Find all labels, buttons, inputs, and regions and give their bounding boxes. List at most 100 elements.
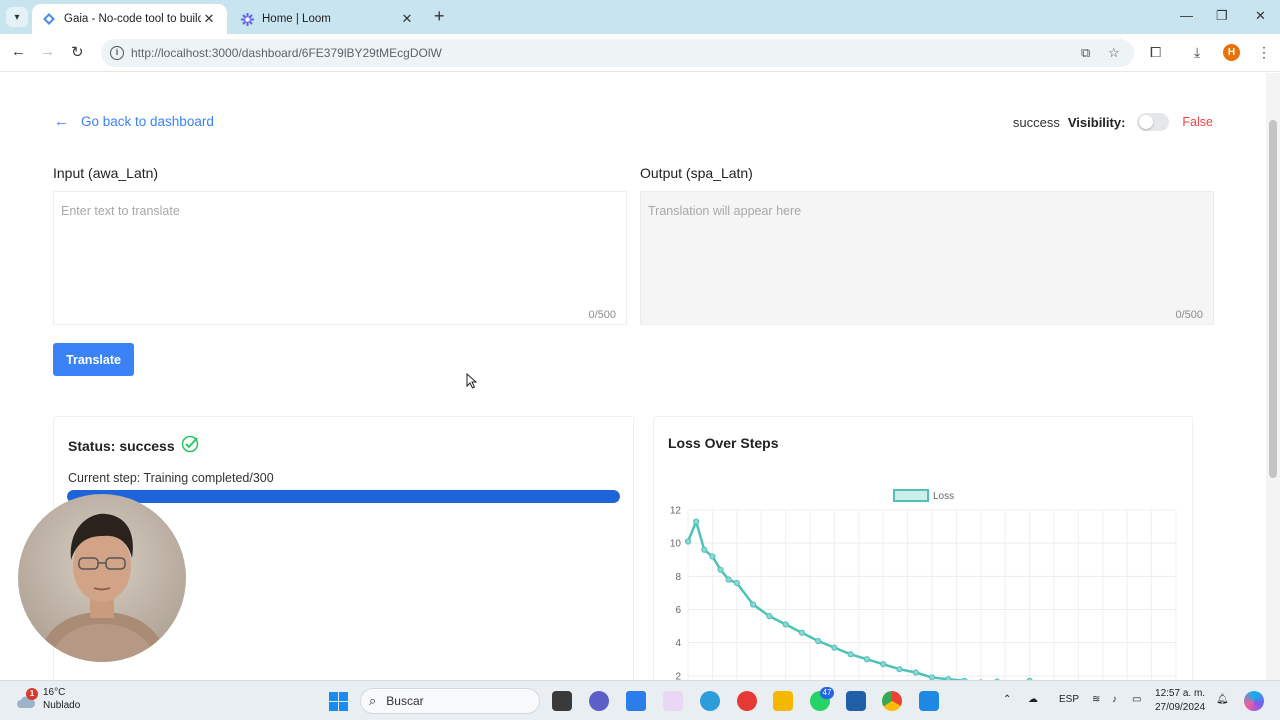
y-tick-label: 2	[675, 671, 681, 680]
visibility-controls: success Visibility: False	[1013, 113, 1213, 131]
status-header: Status: success	[68, 435, 199, 456]
loss-point	[896, 666, 903, 673]
loss-point	[733, 579, 740, 587]
loss-point	[766, 613, 773, 620]
clock-date: 27/09/2024	[1155, 702, 1206, 713]
close-tab-icon[interactable]: ✕	[201, 11, 217, 27]
downloads-icon[interactable]: ⤓	[1194, 44, 1200, 61]
forward-arrow-icon[interactable]: →	[40, 43, 55, 60]
browser-toolbar: ← → ↻ i http://localhost:3000/dashboard/…	[0, 34, 1280, 72]
loss-chart: 12 10 8 6 4 2 Loss	[670, 489, 1177, 680]
progress-fill	[67, 490, 620, 503]
visibility-value: False	[1182, 115, 1213, 129]
current-step-text: Current step: Training completed/300	[68, 471, 274, 485]
back-arrow-icon[interactable]: ←	[11, 43, 26, 60]
taskbar-clock[interactable]: 12:57 a. m. 27/09/2024	[1155, 687, 1205, 715]
chrome-app-icon[interactable]	[882, 691, 902, 711]
weather-badge: 1	[26, 688, 38, 700]
notifications-bell-icon[interactable]: 🔔︎	[1216, 694, 1229, 705]
site-info-icon[interactable]: i	[110, 46, 124, 60]
mouse-cursor-icon	[466, 373, 478, 389]
volume-icon[interactable]: ♪	[1112, 694, 1117, 705]
whatsapp-badge: 47	[820, 687, 834, 699]
tab-loom[interactable]: Home | Loom ✕	[230, 4, 425, 34]
y-tick-label: 6	[675, 605, 681, 616]
y-tick-label: 4	[675, 638, 681, 649]
legend-label: Loss	[933, 491, 954, 502]
translate-button[interactable]: Translate	[53, 343, 134, 376]
cloud-icon: 1	[16, 688, 38, 708]
language-indicator[interactable]: ESP	[1059, 694, 1079, 705]
weather-desc: Nublado	[43, 700, 81, 711]
tab-gaia[interactable]: Gaia - No-code tool to build N ✕	[32, 4, 227, 34]
webcam-overlay[interactable]	[18, 494, 186, 662]
page-scrollbar[interactable]	[1266, 73, 1280, 680]
extensions-icon[interactable]: ⧠	[1150, 44, 1161, 61]
loss-point	[863, 656, 871, 663]
weather-temp: 16°C	[43, 687, 66, 698]
file-explorer-icon[interactable]	[773, 691, 793, 711]
menu-kebab-icon[interactable]: ⋮	[1257, 44, 1271, 61]
legend-swatch	[893, 489, 929, 502]
y-tick-label: 10	[670, 539, 682, 550]
scrollbar-thumb[interactable]	[1269, 120, 1277, 478]
search-label: Buscar	[386, 694, 424, 708]
close-tab-icon[interactable]: ✕	[399, 11, 415, 27]
loss-chart-card: Loss Over Steps 12 10 8 6 4 2 Loss	[653, 416, 1193, 680]
loss-point	[725, 576, 732, 583]
battery-icon[interactable]: ▭	[1132, 694, 1141, 705]
loss-point	[798, 629, 805, 636]
visibility-toggle[interactable]	[1137, 113, 1170, 131]
new-tab-icon[interactable]: +	[434, 7, 445, 25]
output-placeholder: Translation will appear here	[648, 204, 802, 218]
output-label: Output (spa_Latn)	[640, 165, 753, 181]
status-text: success	[1012, 114, 1060, 130]
page-content: ← Go back to dashboard success Visibilit…	[0, 73, 1266, 680]
loss-point	[749, 601, 757, 608]
reload-icon[interactable]: ↻	[71, 43, 84, 61]
y-tick-label: 12	[670, 506, 682, 517]
windows-taskbar: 1 16°C Nublado ⌕ Buscar 47 ⌃ ☁ ESP ≋ ♪ ▭…	[0, 680, 1280, 720]
media-app-icon[interactable]	[737, 691, 757, 711]
visibility-label: Visibility:	[1067, 114, 1126, 130]
minimize-icon[interactable]: —	[1180, 8, 1193, 23]
teams-app-icon[interactable]	[589, 691, 609, 711]
clock-time: 12:57 a. m.	[1155, 688, 1206, 699]
input-char-count: 0/500	[588, 309, 616, 321]
url-text: http://localhost:3000/dashboard/6FE379lB…	[131, 46, 442, 60]
input-textarea[interactable]: Enter text to translate 0/500	[53, 191, 627, 325]
settings-app-icon[interactable]	[700, 691, 720, 711]
check-circle-icon	[181, 435, 199, 456]
wifi-icon[interactable]: ≋	[1092, 694, 1100, 705]
vscode-app-icon[interactable]	[919, 691, 939, 711]
back-label: Go back to dashboard	[81, 114, 214, 129]
bookmark-star-icon[interactable]: ☆	[1108, 45, 1120, 61]
onedrive-icon[interactable]: ☁	[1028, 694, 1038, 705]
windows-start-icon[interactable]	[329, 692, 348, 716]
profile-avatar[interactable]: H	[1223, 44, 1240, 61]
close-window-icon[interactable]: ✕	[1255, 8, 1266, 24]
tray-chevron-icon[interactable]: ⌃	[1003, 694, 1011, 705]
loss-point	[693, 518, 700, 525]
y-tick-label: 8	[675, 572, 681, 583]
tab-search-button[interactable]: ▾	[6, 7, 28, 27]
maximize-icon[interactable]: ❐	[1216, 8, 1228, 24]
tab-title: Gaia - No-code tool to build N	[64, 13, 201, 25]
notepad-app-icon[interactable]	[846, 691, 866, 711]
output-textarea: Translation will appear here 0/500	[640, 191, 1214, 325]
loom-favicon-icon	[240, 12, 254, 26]
terminal-app-icon[interactable]	[552, 691, 572, 711]
todo-app-icon[interactable]	[626, 691, 646, 711]
loss-point	[847, 651, 854, 658]
loss-point	[880, 661, 887, 668]
address-bar[interactable]: i http://localhost:3000/dashboard/6FE379…	[101, 39, 1134, 67]
back-to-dashboard-link[interactable]: ← Go back to dashboard	[54, 113, 214, 130]
loss-point	[831, 644, 838, 651]
chart-title: Loss Over Steps	[668, 435, 779, 451]
install-app-icon[interactable]: ⧉	[1081, 45, 1090, 61]
copilot-app-icon[interactable]	[1244, 691, 1264, 711]
loss-point	[912, 669, 919, 676]
snipping-app-icon[interactable]	[663, 691, 683, 711]
taskbar-search[interactable]: ⌕ Buscar	[360, 688, 540, 714]
weather-widget[interactable]: 1 16°C Nublado	[16, 686, 80, 712]
